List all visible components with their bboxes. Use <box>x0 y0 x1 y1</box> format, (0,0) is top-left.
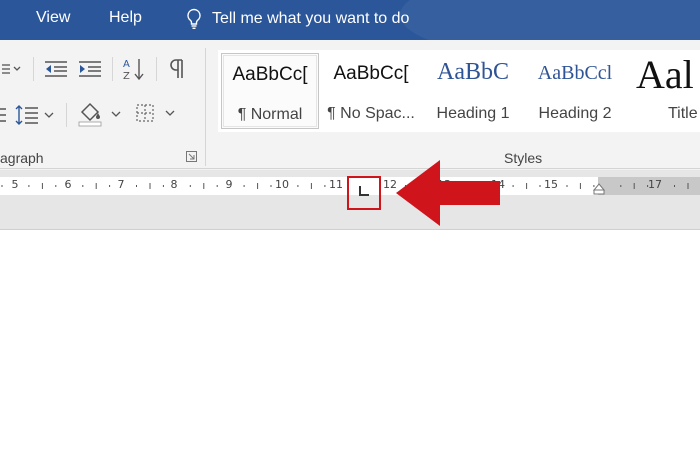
menu-bar: View Help Tell me what you want to do <box>0 0 700 40</box>
justify-button[interactable] <box>0 102 8 128</box>
style-preview: AaBbCc[ <box>232 64 308 85</box>
ruler-tick <box>162 185 164 187</box>
style-preview: AaBbCcl <box>537 62 613 84</box>
svg-text:Z: Z <box>123 71 130 82</box>
decrease-indent-button[interactable] <box>42 58 70 80</box>
dialog-launcher-icon[interactable] <box>186 151 197 162</box>
ruler-tick <box>203 183 205 189</box>
ruler-tick <box>674 185 675 187</box>
sort-button[interactable]: A Z <box>120 56 148 82</box>
svg-text:A: A <box>123 59 130 70</box>
borders-button[interactable] <box>133 100 179 128</box>
styles-gallery: AaBbCc[ ¶ Normal AaBbCc[ ¶ No Spac... Aa… <box>218 50 700 132</box>
line-spacing-icon <box>15 105 54 125</box>
paint-bucket-icon <box>78 102 121 127</box>
ruler-tick <box>109 185 111 187</box>
ruler-tick <box>136 185 137 187</box>
decrease-indent-icon <box>45 61 67 77</box>
ruler-tick <box>566 185 568 187</box>
increase-indent-icon <box>79 61 101 77</box>
show-hide-marks-button[interactable] <box>165 56 189 82</box>
indent-marker-icon[interactable] <box>592 183 606 195</box>
ribbon-border <box>0 168 700 169</box>
ruler-tick <box>257 183 259 189</box>
ruler-tick <box>297 185 299 187</box>
style-name: Title <box>668 105 698 122</box>
ruler-tick <box>620 185 622 187</box>
lightbulb-icon <box>187 8 201 29</box>
ruler-tick <box>633 183 635 189</box>
divider <box>33 57 34 81</box>
pilcrow-icon <box>170 59 183 78</box>
tell-me-search[interactable]: Tell me what you want to do <box>186 6 409 32</box>
divider <box>112 57 113 81</box>
style-no-spacing[interactable]: AaBbCc[ ¶ No Spac... <box>322 53 420 129</box>
align-icon <box>0 108 6 122</box>
ruler-tick <box>149 183 151 189</box>
style-heading-2[interactable]: AaBbCcl Heading 2 <box>526 53 624 129</box>
ruler-tick <box>95 183 97 189</box>
ruler-tick <box>512 185 514 187</box>
ruler-tick <box>647 185 649 187</box>
ruler-tick <box>216 185 218 187</box>
menu-view[interactable]: View <box>36 9 70 27</box>
line-spacing-button[interactable] <box>14 102 58 128</box>
style-name: ¶ No Spac... <box>327 105 415 122</box>
document-page[interactable] <box>0 230 700 463</box>
ruler-tick <box>526 183 528 189</box>
paragraph-group-label: agraph <box>0 150 44 166</box>
tab-selector-highlight <box>347 176 381 210</box>
group-divider <box>205 48 206 166</box>
ruler-tick <box>28 185 30 187</box>
ruler-tick <box>687 183 689 189</box>
style-heading-1[interactable]: AaBbC Heading 1 <box>424 53 522 129</box>
ruler-tick <box>324 185 326 187</box>
style-name: Heading 2 <box>538 105 612 122</box>
style-preview: Aal <box>636 53 694 97</box>
multilevel-list-button[interactable] <box>0 58 22 80</box>
ruler-tick <box>82 185 84 187</box>
ruler-tick <box>270 185 272 187</box>
style-normal[interactable]: AaBbCc[ ¶ Normal <box>221 53 319 129</box>
style-name: Heading 1 <box>436 105 510 122</box>
style-title[interactable]: Aal Title <box>628 53 700 129</box>
increase-indent-button[interactable] <box>76 58 104 80</box>
ruler-tick <box>243 185 245 187</box>
multilevel-list-icon <box>2 64 21 74</box>
ruler-tick <box>310 183 312 189</box>
ruler-tick <box>55 185 57 187</box>
red-arrow-icon <box>396 160 500 226</box>
ruler-tick <box>189 185 191 187</box>
divider <box>66 103 67 127</box>
style-name: ¶ Normal <box>237 106 303 123</box>
sort-az-icon: A Z <box>123 59 144 82</box>
ruler-tick <box>41 183 43 189</box>
ruler-tick <box>579 183 581 189</box>
ruler-tick <box>1 185 3 187</box>
menu-help[interactable]: Help <box>109 9 142 27</box>
borders-icon <box>136 104 175 122</box>
ruler-tick <box>539 185 541 187</box>
shading-button[interactable] <box>76 100 126 128</box>
styles-group-label: Styles <box>504 150 543 166</box>
style-preview: AaBbCc[ <box>333 63 409 84</box>
divider <box>156 57 157 81</box>
style-preview: AaBbC <box>437 59 509 85</box>
tell-me-text: Tell me what you want to do <box>212 10 410 27</box>
